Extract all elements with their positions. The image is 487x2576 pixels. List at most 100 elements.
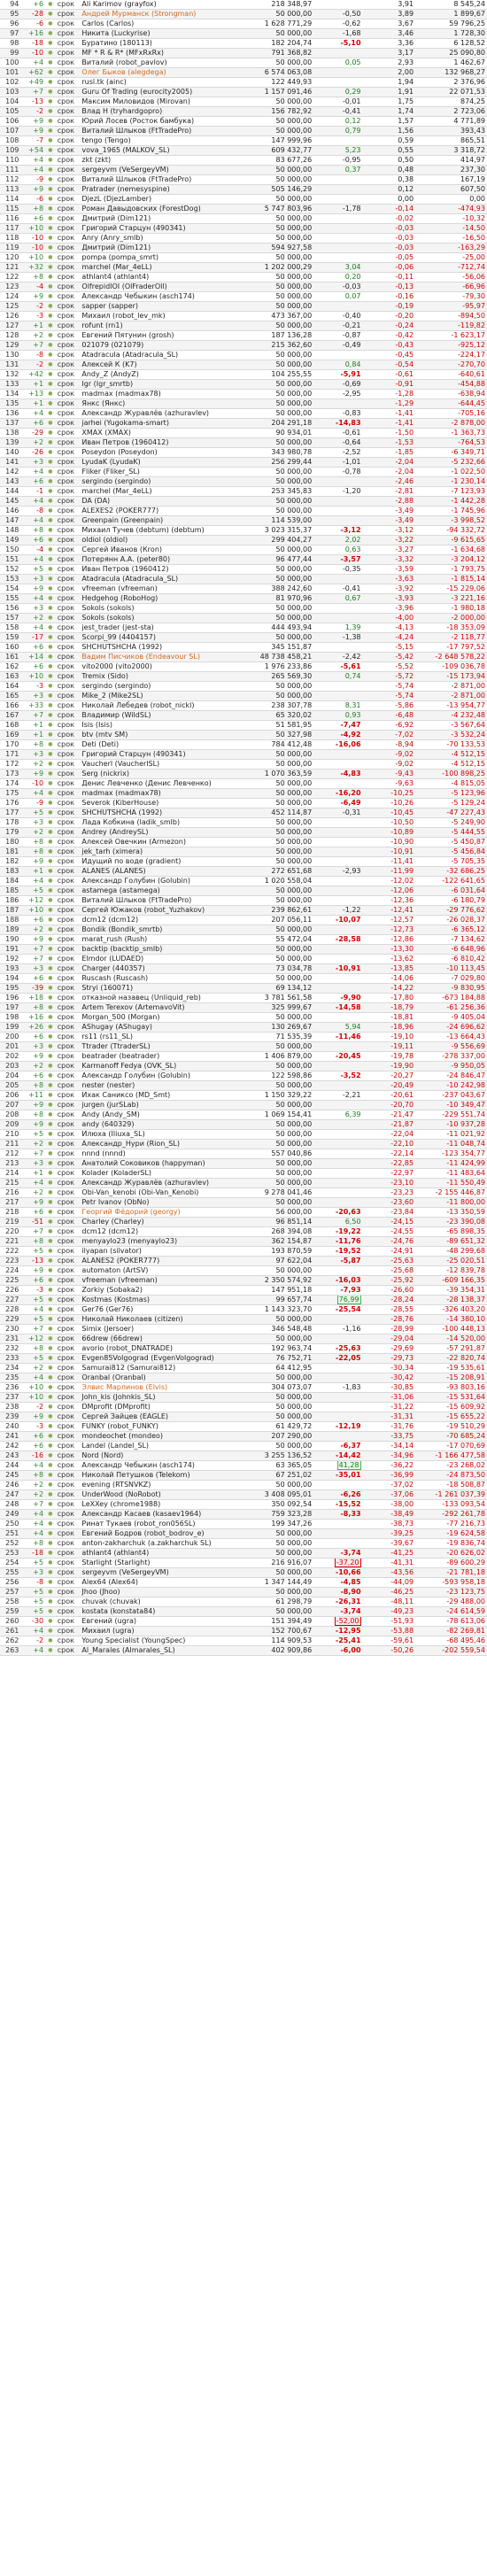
participant-name[interactable]: nnnd (nnnd) (80, 1149, 244, 1159)
participant-name[interactable]: nester (nester) (80, 1080, 244, 1091)
participant-name[interactable]: Лада Кобкина (ladik_smlb) (80, 817, 244, 828)
participant-name[interactable]: madmax (madmax78) (80, 389, 244, 399)
participant-name[interactable]: Александр Журавлёв (azhuravlev) (80, 408, 244, 419)
participant-name[interactable]: automaton (ArtSV) (80, 1265, 244, 1276)
participant-name[interactable]: Илюха (Iliuxa_SL) (80, 1129, 244, 1140)
participant-name[interactable]: sapper (sapper) (80, 301, 244, 312)
participant-name[interactable]: Денис Левченко (Денис Левченко) (80, 778, 244, 789)
participant-name[interactable]: LeXXey (chrome1988) (80, 1499, 244, 1510)
participant-name[interactable]: Юрий Лосев (Росток бамбука) (80, 116, 244, 127)
participant-name[interactable]: Ruscash (Ruscash) (80, 973, 244, 984)
participant-name[interactable]: 66drew (66drew) (80, 1334, 244, 1344)
participant-name[interactable]: btv (mtv SM) (80, 730, 244, 740)
participant-name[interactable]: Сергей Зайцев (EAGLE) (80, 1412, 244, 1422)
participant-name[interactable]: beatrader (beatrader) (80, 1051, 244, 1062)
participant-name[interactable]: ALANES (ALANES) (80, 866, 244, 877)
participant-name[interactable]: Kostmas (Kostmas) (80, 1295, 244, 1305)
participant-name[interactable]: evening (RTSNVKZ) (80, 1480, 244, 1490)
participant-name[interactable]: Янкс (Янкс) (80, 398, 244, 409)
participant-name[interactable]: Алексей Овечкин (Armezon) (80, 837, 244, 847)
participant-name[interactable]: UnderWood (NoRobot) (80, 1489, 244, 1500)
participant-name[interactable]: Charger (440357) (80, 963, 244, 974)
participant-name[interactable]: 021079 (021079) (80, 340, 244, 351)
participant-name[interactable]: Иван Петров (1960412) (80, 564, 244, 575)
participant-name[interactable]: Евгений Пятунин (grosh) (80, 330, 244, 341)
participant-name[interactable]: dcm12 (dcm12) (80, 1226, 244, 1237)
participant-name[interactable]: Andy_Z (AndyZ) (80, 369, 244, 380)
participant-name[interactable]: Artem Terexov (ArtemavoVit) (80, 1002, 244, 1013)
participant-name[interactable]: Анатолий Соковиков (happyman) (80, 1158, 244, 1169)
participant-name[interactable]: tengo (Tengo) (80, 135, 244, 146)
participant-name[interactable]: Александр Журавлёв (azhuravlev) (80, 1178, 244, 1188)
participant-name[interactable]: Petr Ivanov (ObNo) (80, 1197, 244, 1208)
participant-name[interactable]: Sokols (sokols) (80, 603, 244, 614)
participant-name[interactable]: backtip (backtip_smlb) (80, 944, 244, 955)
participant-name[interactable]: Karmanoff Fedya (OVK_SL) (80, 1061, 244, 1071)
participant-name[interactable]: Никита (Luckyrise) (80, 28, 244, 39)
participant-name[interactable]: Mike_2 (Mike2SL) (80, 691, 244, 701)
participant-name[interactable]: Вадим Писчиков (Endeavour SL) (80, 652, 244, 662)
participant-name[interactable]: vito2000 (vito2000) (80, 661, 244, 672)
participant-name[interactable]: vfreeman (vfreeman) (80, 584, 244, 594)
participant-name[interactable]: Влад Н (tryhardgopro) (80, 106, 244, 117)
participant-name[interactable]: oldiol (oldiol) (80, 535, 244, 545)
participant-name[interactable]: Сергей Южаков (robot_Yuzhakov) (80, 905, 244, 916)
participant-name[interactable]: Elmdor (LUDAED) (80, 954, 244, 964)
participant-name[interactable]: madmax (madmax78) (80, 788, 244, 799)
participant-name[interactable]: Виталий Шлыков (FtTradePro) (80, 174, 244, 185)
participant-name[interactable]: Sokols (sokols) (80, 613, 244, 623)
participant-name[interactable]: Андрей Мурманск (Strongman) (80, 9, 244, 19)
participant-name[interactable]: avorio (robot_DNATRADE) (80, 1343, 244, 1354)
participant-name[interactable]: jurgen (jurSLab) (80, 1100, 244, 1110)
participant-name[interactable]: athlant4 (athlant4) (80, 272, 244, 282)
participant-name[interactable]: Виталий Шлыков (FtTradePro) (80, 126, 244, 136)
participant-name[interactable]: Элвис Марлинов (Elvis) (80, 1382, 244, 1393)
participant-name[interactable]: Александр Чебыкин (asch174) (80, 1460, 244, 1471)
participant-name[interactable]: sergindo (sergindo) (80, 681, 244, 692)
participant-name[interactable]: rusl.tk (ainc) (80, 77, 244, 88)
participant-name[interactable]: Николай Петушков (Telekom) (80, 1470, 244, 1481)
participant-name[interactable]: Landel (Landel_SL) (80, 1441, 244, 1451)
participant-name[interactable]: Andrey (AndreySL) (80, 827, 244, 838)
participant-name[interactable]: Георгий Фёдорий (georgy) (80, 1207, 244, 1218)
participant-name[interactable]: Владимир (WildSL) (80, 710, 244, 721)
participant-name[interactable]: Иван Петров (1960412) (80, 437, 244, 448)
participant-name[interactable]: dcm12 (dcm12) (80, 915, 244, 925)
participant-name[interactable]: Simix (Jersoer) (80, 1324, 244, 1334)
participant-name[interactable]: athlant4 (athlant4) (80, 1548, 244, 1559)
participant-name[interactable]: Александр Касаев (kasaev1964) (80, 1509, 244, 1520)
participant-name[interactable]: rofunt (rn1) (80, 321, 244, 331)
participant-name[interactable]: Zorkiy (Sobaka2) (80, 1285, 244, 1296)
participant-name[interactable]: anton-zakharchuk (a.zakharchuk SL) (80, 1538, 244, 1549)
participant-name[interactable]: Severok (KiberHouse) (80, 798, 244, 808)
participant-name[interactable]: Pratrader (nemesyspine) (80, 184, 244, 195)
participant-name[interactable]: Tremix (Sido) (80, 671, 244, 682)
participant-name[interactable]: mondeochet (mondeo) (80, 1431, 244, 1442)
participant-name[interactable]: John_kis (Johnkis_SL) (80, 1392, 244, 1403)
participant-name[interactable]: Andy (Andy_SM) (80, 1110, 244, 1120)
participant-name[interactable]: vfreeman (vfreeman) (80, 1275, 244, 1286)
participant-name[interactable]: Александр Чебыкин (asch174) (80, 291, 244, 302)
participant-name[interactable]: vova_1965 (MALKOV_SL) (80, 145, 244, 156)
participant-name[interactable]: astamega (astamega) (80, 886, 244, 896)
participant-name[interactable]: Виталий Шлыков (FtTradePro) (80, 895, 244, 906)
participant-name[interactable]: Oranbal (Oranbal) (80, 1373, 244, 1383)
participant-name[interactable]: OlfrepidIOI (OlFraderOll) (80, 282, 244, 292)
participant-name[interactable]: Виталий (robot_pavlov) (80, 58, 244, 68)
participant-name[interactable]: jarhei (Yugokama-smart) (80, 418, 244, 429)
participant-name[interactable]: Дмитрий (Dim121) (80, 213, 244, 224)
participant-name[interactable]: jest_trader (jest-sta) (80, 623, 244, 633)
participant-name[interactable]: Дмитрий (Dim121) (80, 243, 244, 253)
participant-name[interactable]: Atadracula (Atadracula_SL) (80, 350, 244, 360)
participant-name[interactable]: Ttrader (TtraderSL) (80, 1041, 244, 1052)
participant-name[interactable]: rs11 (rs11_SL) (80, 1032, 244, 1042)
participant-name[interactable]: Nord (Nord) (80, 1450, 244, 1461)
participant-name[interactable]: Samurai812 (Samurai812) (80, 1363, 244, 1373)
participant-name[interactable]: Александр_Нури (Rion_SL) (80, 1139, 244, 1149)
participant-name[interactable]: XMAX (XMAX) (80, 428, 244, 438)
participant-name[interactable]: LyudaK (LyudaK) (80, 457, 244, 468)
participant-name[interactable]: SHCHUTSHCHA (1992) (80, 642, 244, 653)
participant-name[interactable]: Starlight (Starlight) (80, 1558, 244, 1568)
participant-name[interactable]: Роман Давыдовских (ForestDog) (80, 204, 244, 214)
participant-name[interactable]: marat_rush (Rush) (80, 934, 244, 945)
